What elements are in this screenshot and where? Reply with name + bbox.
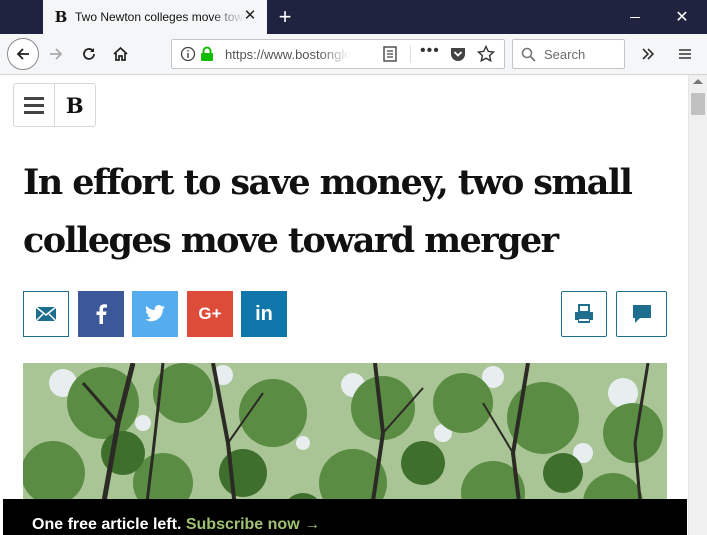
reader-view-icon[interactable]: [383, 46, 397, 62]
twitter-icon: [145, 305, 165, 322]
menu-icon-bar: [23, 110, 44, 114]
paywall-text: One free article left. Subscribe now →: [32, 516, 320, 534]
scrollbar-thumb[interactable]: [691, 93, 705, 115]
site-menu-button[interactable]: [14, 84, 55, 126]
page-viewport: B In effort to save money, two small col…: [0, 75, 688, 535]
print-button[interactable]: [561, 291, 607, 337]
forward-button[interactable]: [44, 42, 68, 66]
lock-icon[interactable]: [200, 46, 214, 62]
share-linkedin-button[interactable]: in: [241, 291, 287, 337]
urlbar-divider: [410, 45, 411, 63]
globe-favicon-icon: B: [54, 8, 68, 26]
share-facebook-button[interactable]: [78, 291, 124, 337]
article-headline: In effort to save money, two small colle…: [23, 154, 643, 270]
site-logo[interactable]: B: [55, 84, 96, 126]
window-titlebar: B Two Newton colleges move toward merger…: [0, 0, 707, 34]
arrow-right-icon: [50, 48, 63, 60]
overflow-menu-button[interactable]: [636, 42, 660, 66]
facebook-icon: [96, 304, 107, 324]
home-icon: [112, 46, 128, 61]
linkedin-icon: in: [255, 302, 273, 325]
info-icon[interactable]: [180, 46, 196, 62]
back-button[interactable]: [7, 38, 39, 70]
headline-line-1: In effort to save money, two small: [23, 162, 633, 203]
arrow-left-icon: [16, 48, 29, 60]
browser-tab[interactable]: B Two Newton colleges move toward merger…: [43, 0, 267, 34]
google-plus-icon: G+: [198, 304, 222, 323]
search-input[interactable]: Search: [544, 47, 585, 62]
menu-icon-bar: [23, 103, 44, 107]
printer-icon: [575, 304, 593, 323]
search-icon: [521, 47, 536, 62]
home-button[interactable]: [108, 42, 132, 66]
bookmark-star-icon[interactable]: [477, 45, 495, 63]
address-bar[interactable]: https://www.bostonglobe.com •••: [171, 39, 505, 69]
share-email-button[interactable]: [23, 291, 69, 337]
tab-title: Two Newton colleges move toward merger: [75, 10, 245, 24]
menu-icon: [679, 49, 691, 59]
search-bar[interactable]: Search: [512, 39, 625, 69]
comment-icon: [632, 305, 651, 323]
share-google-plus-button[interactable]: G+: [187, 291, 233, 337]
paywall-banner: One free article left. Subscribe now →: [3, 499, 687, 535]
navigation-toolbar: https://www.bostonglobe.com ••• Search: [0, 34, 707, 75]
envelope-icon: [35, 306, 57, 322]
new-tab-button[interactable]: +: [274, 4, 296, 30]
reload-icon: [83, 48, 95, 60]
site-nav: B: [13, 83, 96, 127]
share-twitter-button[interactable]: [132, 291, 178, 337]
vertical-scrollbar[interactable]: [688, 75, 707, 535]
close-window-button[interactable]: ✕: [659, 0, 705, 34]
menu-icon-bar: [23, 96, 44, 100]
maximize-button[interactable]: [612, 0, 658, 34]
hamburger-menu-button[interactable]: [673, 42, 697, 66]
reload-button[interactable]: [77, 42, 101, 66]
url-text[interactable]: https://www.bostonglobe.com: [225, 47, 350, 62]
comments-button[interactable]: [616, 291, 667, 337]
chevron-double-right-icon: [642, 48, 655, 60]
paywall-message: One free article left.: [32, 516, 182, 533]
subscribe-link[interactable]: Subscribe now →: [186, 516, 320, 533]
scroll-up-arrow-icon[interactable]: [693, 79, 703, 84]
headline-line-2: colleges move toward merger: [23, 220, 559, 261]
close-tab-icon[interactable]: ✕: [243, 8, 257, 24]
page-actions-icon[interactable]: •••: [420, 42, 440, 60]
pocket-icon[interactable]: [450, 46, 466, 62]
